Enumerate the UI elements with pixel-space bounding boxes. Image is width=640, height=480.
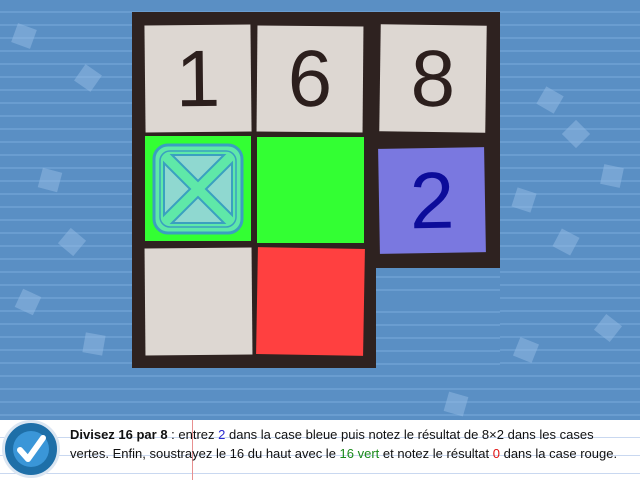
confetti <box>74 64 102 92</box>
instructions-text: Divisez 16 par 8 : entrez 2 dans la case… <box>70 425 630 463</box>
cell-row1-col3[interactable]: 8 <box>379 24 487 133</box>
cell-row1-col1[interactable]: 1 <box>144 24 252 133</box>
confetti <box>512 336 540 364</box>
confetti <box>561 119 591 149</box>
confetti <box>37 167 63 193</box>
confetti <box>11 23 37 49</box>
cell-row3-col2-red[interactable] <box>256 247 365 356</box>
crosshair-selector-icon <box>152 143 244 234</box>
cell-row2-col3-blue[interactable]: 2 <box>378 147 486 254</box>
instructions-part: : entrez <box>167 427 219 442</box>
instructions-title: Divisez 16 par 8 <box>70 427 168 442</box>
board-notch <box>376 268 500 368</box>
confetti <box>511 187 537 213</box>
confetti <box>593 313 623 343</box>
cell-row2-col1-green[interactable] <box>145 136 251 241</box>
confetti <box>57 227 87 257</box>
validate-button[interactable] <box>2 420 60 478</box>
confetti <box>82 332 106 356</box>
cell-row2-col2-green[interactable] <box>257 137 364 243</box>
highlight-red: 0 <box>492 446 500 461</box>
cell-row1-col2[interactable]: 6 <box>256 25 364 133</box>
confetti <box>552 228 580 256</box>
highlight-green: 16 vert <box>339 446 380 461</box>
checkmark-icon <box>13 431 49 467</box>
confetti <box>443 391 469 417</box>
instructions-part: dans la case rouge. <box>499 446 618 461</box>
cell-row3-col1[interactable] <box>144 247 253 356</box>
confetti <box>600 164 624 188</box>
confetti <box>14 288 42 316</box>
instructions-part: et notez le résultat <box>379 446 493 461</box>
confetti <box>536 86 564 114</box>
